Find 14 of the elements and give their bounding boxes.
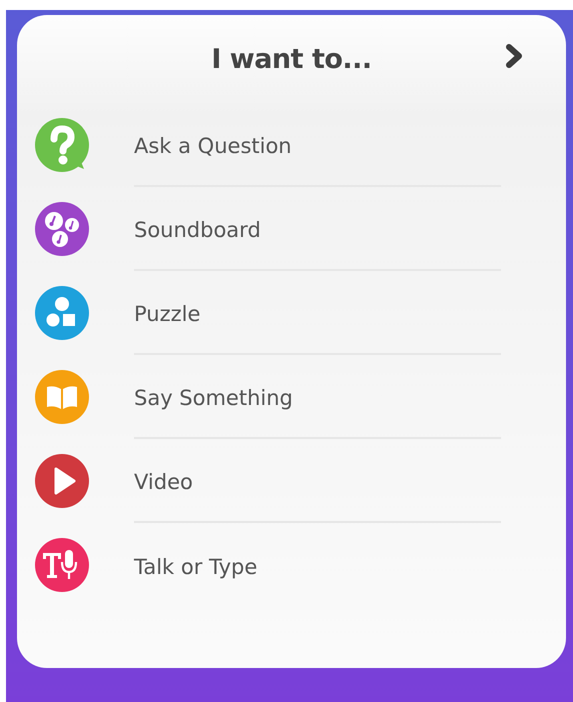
menu-item-label[interactable]: Ask a Question bbox=[134, 134, 292, 158]
book-icon[interactable] bbox=[34, 369, 90, 425]
shapes-icon[interactable] bbox=[34, 285, 90, 341]
text-microphone-icon[interactable] bbox=[34, 537, 90, 593]
music-notes-icon[interactable] bbox=[34, 201, 90, 257]
question-bubble-icon[interactable] bbox=[34, 117, 90, 173]
chevron-right-icon[interactable] bbox=[504, 43, 524, 69]
play-icon[interactable] bbox=[34, 453, 90, 509]
menu-item-label[interactable]: Soundboard bbox=[134, 218, 261, 242]
menu-item-label[interactable]: Say Something bbox=[134, 386, 293, 410]
menu-item-label[interactable]: Video bbox=[134, 470, 193, 494]
panel-title: I want to... bbox=[211, 44, 372, 74]
menu-item-label[interactable]: Puzzle bbox=[134, 302, 200, 326]
menu-item-label[interactable]: Talk or Type bbox=[134, 555, 258, 579]
